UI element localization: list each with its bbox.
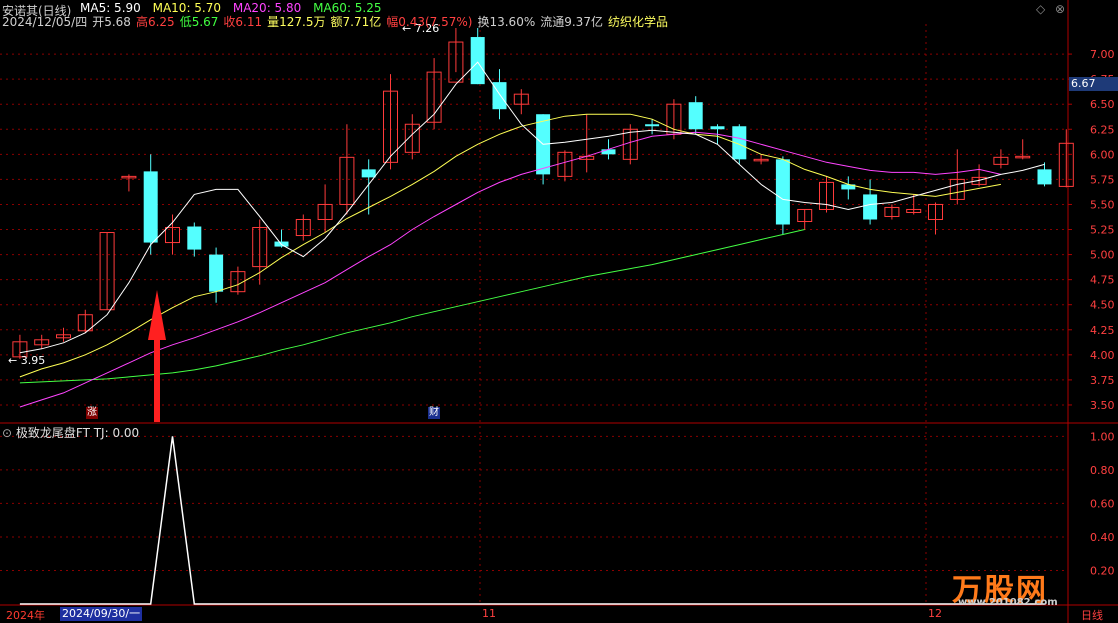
candle-down bbox=[688, 102, 703, 130]
indicator-title-text: 极致龙尾盘FT TJ: 0.00 bbox=[15, 426, 140, 440]
arrow-shaft bbox=[154, 338, 160, 422]
quote-info: 2024/12/05/四 开5.68 高6.25 低5.67 收6.11 量127.5万额… bbox=[2, 13, 673, 30]
candle-down bbox=[645, 124, 660, 127]
x-axis-december: 12 bbox=[928, 607, 942, 620]
diamond-icon[interactable]: ◇ bbox=[1036, 2, 1045, 16]
y-tick-label: 4.75 bbox=[1090, 274, 1115, 287]
x-axis-year: 2024年 bbox=[6, 609, 45, 622]
indicator-title[interactable]: ⊙ 极致龙尾盘FT TJ: 0.00 bbox=[2, 424, 139, 441]
watermark-url: www.201082.com bbox=[958, 597, 1058, 608]
ma60-line bbox=[19, 229, 805, 384]
indicator-y-tick-label: 0.60 bbox=[1090, 497, 1115, 510]
arrow-head bbox=[148, 290, 166, 340]
ma20-line bbox=[19, 131, 1002, 408]
quote-float: 流通9.37亿 bbox=[540, 15, 603, 29]
quote-open: 开5.68 bbox=[92, 15, 131, 29]
y-tick-label: 4.25 bbox=[1090, 324, 1115, 337]
x-axis-november: 11 bbox=[482, 607, 496, 620]
tj-indicator-line bbox=[19, 436, 1045, 605]
quote-volume: 量127.5万 bbox=[267, 15, 326, 29]
candle-down bbox=[361, 169, 376, 178]
y-tick-label: 6.25 bbox=[1090, 123, 1115, 136]
y-tick-label: 5.75 bbox=[1090, 173, 1115, 186]
y-tick-label: 7.00 bbox=[1090, 48, 1115, 61]
kline-chart[interactable]: 7.006.756.506.256.005.755.505.255.004.75… bbox=[0, 0, 1118, 623]
candle-down bbox=[1037, 169, 1052, 185]
candle-down bbox=[863, 194, 878, 220]
indicator-toggle-icon[interactable]: ⊙ bbox=[2, 426, 12, 440]
y-tick-label: 3.75 bbox=[1090, 374, 1115, 387]
stock-chart-window: 7.006.756.506.256.005.755.505.255.004.75… bbox=[0, 0, 1118, 623]
price-annotation: ← 3.95 bbox=[8, 354, 45, 367]
cursor-date: 2024/09/30/一 bbox=[60, 607, 143, 621]
close-icon[interactable]: ⊗ bbox=[1055, 2, 1065, 16]
indicator-y-tick-label: 0.20 bbox=[1090, 564, 1115, 577]
candle-down bbox=[470, 37, 485, 85]
candle-down bbox=[209, 254, 224, 292]
y-tick-label: 5.25 bbox=[1090, 224, 1115, 237]
candle-down bbox=[775, 159, 790, 225]
quote-turnover: 换13.60% bbox=[477, 15, 536, 29]
quote-sector: 纺织化学品 bbox=[607, 15, 668, 29]
y-tick-label: 6.50 bbox=[1090, 98, 1115, 111]
indicator-y-tick-label: 0.40 bbox=[1090, 531, 1115, 544]
quote-change: 幅0.43(7.57%) bbox=[386, 15, 473, 29]
ma10-line bbox=[19, 113, 1001, 378]
y-tick-label: 4.00 bbox=[1090, 349, 1115, 362]
indicator-y-tick-label: 1.00 bbox=[1090, 430, 1115, 443]
period-label[interactable]: 日线 bbox=[1081, 607, 1103, 623]
y-tick-label: 3.50 bbox=[1090, 399, 1115, 412]
quote-close: 收6.11 bbox=[223, 15, 263, 29]
quote-high: 高6.25 bbox=[135, 15, 175, 29]
y-tick-label: 5.50 bbox=[1090, 198, 1115, 211]
candle-down bbox=[187, 226, 202, 250]
indicator-y-tick-label: 0.80 bbox=[1090, 464, 1115, 477]
candle-down bbox=[601, 149, 616, 155]
y-tick-label: 6.00 bbox=[1090, 148, 1115, 161]
financial-report-marker[interactable]: 财 bbox=[428, 407, 440, 419]
y-tick-label: 5.00 bbox=[1090, 249, 1115, 262]
quote-date: 2024/12/05/四 bbox=[2, 15, 88, 29]
quote-low: 低5.67 bbox=[179, 15, 219, 29]
candle-down bbox=[710, 126, 725, 130]
limit-up-marker[interactable]: 涨 bbox=[86, 407, 98, 419]
y-tick-label: 4.50 bbox=[1090, 299, 1115, 312]
candle-down bbox=[143, 171, 158, 243]
quote-amount: 额7.71亿 bbox=[330, 15, 382, 29]
current-price-tag: 6.67 bbox=[1069, 77, 1118, 91]
